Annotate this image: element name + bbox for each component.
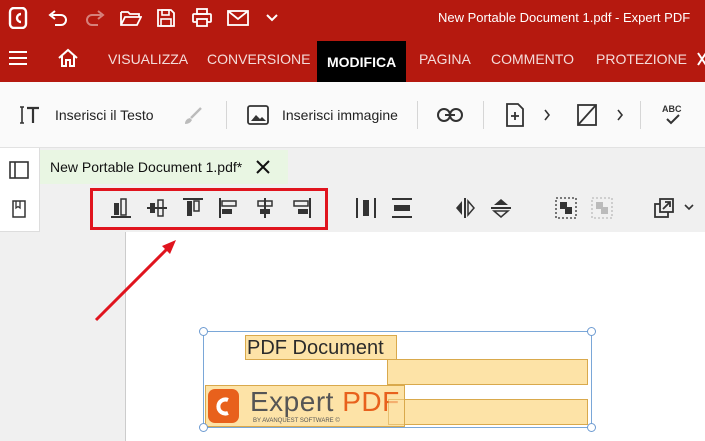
chevron-right-icon[interactable] bbox=[543, 109, 551, 121]
close-icon[interactable] bbox=[697, 52, 705, 66]
selection-box[interactable] bbox=[203, 331, 592, 428]
add-page-icon[interactable] bbox=[505, 103, 525, 127]
redo-icon[interactable] bbox=[82, 6, 108, 30]
brush-icon[interactable] bbox=[183, 106, 203, 126]
annotation-arrow bbox=[94, 240, 176, 322]
image-icon[interactable] bbox=[247, 105, 269, 125]
crop-icon[interactable] bbox=[576, 103, 598, 127]
panel-toggle-icon[interactable] bbox=[9, 161, 29, 179]
group-icon[interactable] bbox=[554, 196, 578, 220]
chevron-down-icon[interactable] bbox=[683, 203, 695, 211]
chevron-down-icon[interactable] bbox=[262, 6, 282, 30]
home-icon[interactable] bbox=[57, 48, 79, 68]
undo-icon[interactable] bbox=[45, 6, 71, 30]
tab-commento[interactable]: COMMENTO bbox=[491, 36, 574, 82]
distribute-horizontal-icon[interactable] bbox=[354, 196, 378, 220]
ribbon-toolbar: Inserisci il Testo Inserisci immagine AB… bbox=[0, 82, 705, 148]
separator bbox=[640, 101, 641, 129]
link-icon[interactable] bbox=[437, 108, 463, 122]
save-icon[interactable] bbox=[154, 6, 178, 30]
tab-protezione[interactable]: PROTEZIONE bbox=[596, 36, 687, 82]
insert-text-icon[interactable] bbox=[20, 105, 42, 125]
document-tab[interactable]: New Portable Document 1.pdf* bbox=[40, 150, 288, 184]
resize-handle[interactable] bbox=[587, 327, 596, 336]
window-title: New Portable Document 1.pdf - Expert PDF bbox=[438, 10, 691, 25]
flip-horizontal-icon[interactable] bbox=[453, 196, 477, 220]
insert-text-button[interactable]: Inserisci il Testo bbox=[55, 82, 154, 148]
insert-image-button[interactable]: Inserisci immagine bbox=[282, 82, 398, 148]
mail-icon[interactable] bbox=[225, 6, 251, 30]
resize-handle[interactable] bbox=[199, 423, 208, 432]
close-icon[interactable] bbox=[253, 157, 273, 177]
distribute-vertical-icon[interactable] bbox=[390, 196, 414, 220]
resize-handle[interactable] bbox=[199, 327, 208, 336]
open-folder-icon[interactable] bbox=[118, 6, 144, 30]
flip-vertical-icon[interactable] bbox=[489, 196, 513, 220]
bookmark-icon[interactable] bbox=[12, 200, 26, 218]
document-tab-label: New Portable Document 1.pdf* bbox=[50, 159, 243, 175]
print-icon[interactable] bbox=[189, 6, 215, 30]
menu-bar: VISUALIZZA CONVERSIONE MODIFICA PAGINA C… bbox=[0, 36, 705, 82]
separator bbox=[226, 101, 227, 129]
ungroup-icon[interactable] bbox=[590, 196, 614, 220]
resize-handle[interactable] bbox=[587, 423, 596, 432]
tab-visualizza[interactable]: VISUALIZZA bbox=[108, 36, 188, 82]
side-panel bbox=[0, 148, 40, 232]
tab-pagina[interactable]: PAGINA bbox=[419, 36, 471, 82]
app-logo-icon bbox=[6, 6, 30, 30]
chevron-right-icon[interactable] bbox=[616, 109, 624, 121]
spellcheck-icon[interactable]: ABC bbox=[661, 102, 685, 128]
svg-text:ABC: ABC bbox=[662, 104, 682, 114]
highlight-box bbox=[90, 188, 328, 230]
title-bar: New Portable Document 1.pdf - Expert PDF bbox=[0, 0, 705, 36]
tab-conversione[interactable]: CONVERSIONE bbox=[207, 36, 310, 82]
arrange-icon[interactable] bbox=[652, 196, 676, 220]
separator bbox=[417, 101, 418, 129]
hamburger-menu-icon[interactable] bbox=[8, 50, 28, 66]
tab-modifica[interactable]: MODIFICA bbox=[317, 41, 407, 82]
separator bbox=[483, 101, 484, 129]
